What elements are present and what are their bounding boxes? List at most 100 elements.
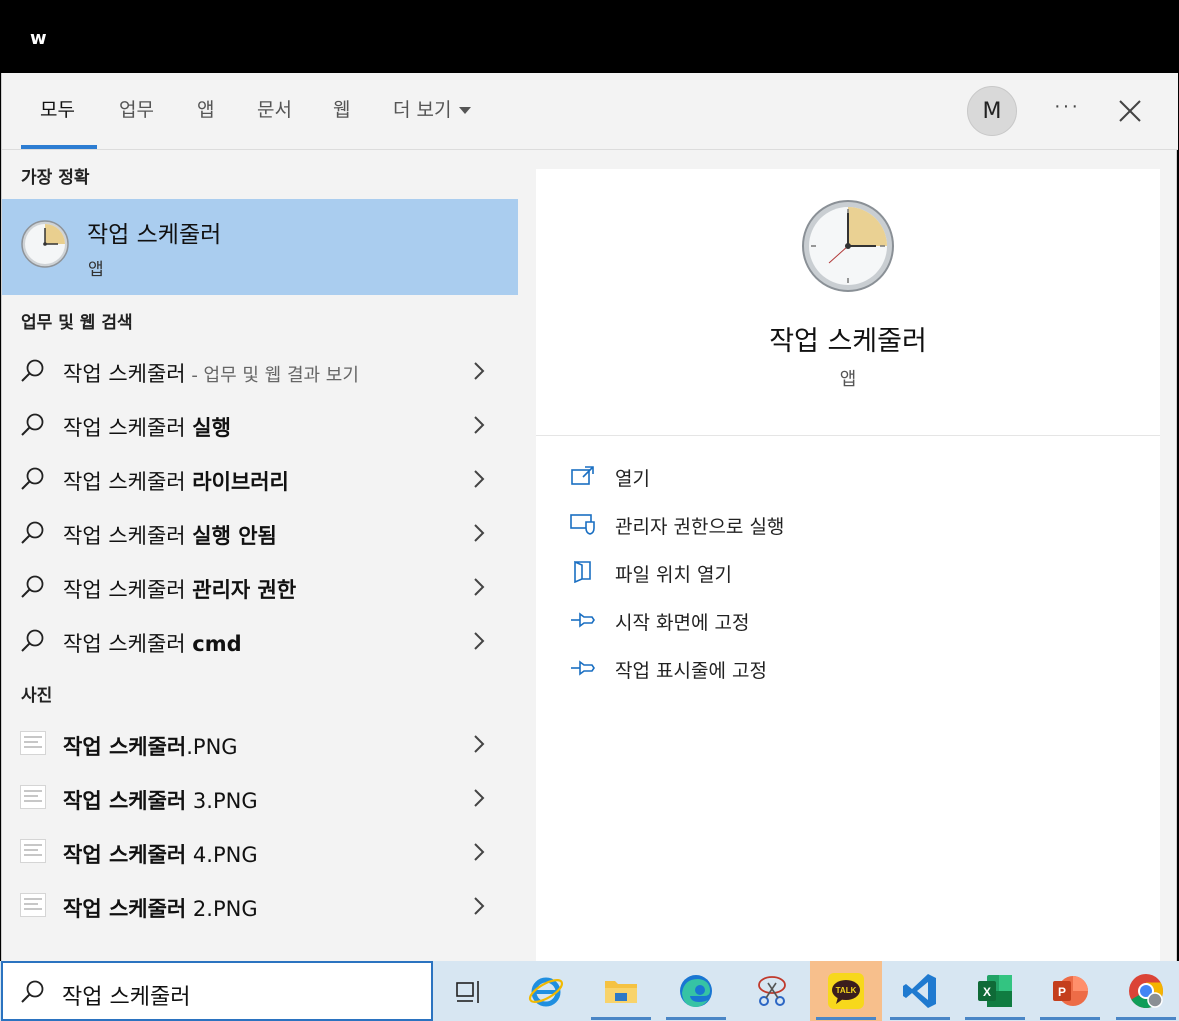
preview-subtitle: 앱 (839, 369, 857, 390)
shield-icon (570, 514, 595, 535)
search-icon (21, 521, 44, 544)
active-app-indicator (965, 1017, 1025, 1020)
search-icon (21, 413, 44, 436)
tab-bar: 모두 업무 앱 문서 웹 더 보기 M ··· (2, 73, 1178, 150)
snipping-tool-icon[interactable] (752, 971, 792, 1011)
chevron-right-icon[interactable] (472, 734, 486, 754)
tab-documents[interactable]: 문서 (257, 95, 292, 122)
top-bar-letter: w (30, 28, 47, 49)
web-search-item[interactable]: 작업 스케줄러 관리자 권한 (2, 560, 518, 614)
search-icon (21, 980, 44, 1003)
best-match-heading: 가장 정확 (21, 168, 90, 188)
action-run-as-admin[interactable]: 관리자 권한으로 실행 (570, 509, 970, 539)
chevron-right-icon[interactable] (472, 631, 486, 651)
web-search-label: 작업 스케줄러 라이브러리 (63, 470, 289, 494)
open-icon (571, 466, 594, 485)
excel-icon[interactable]: X (975, 971, 1015, 1011)
file-explorer-icon[interactable] (601, 971, 641, 1011)
search-icon (21, 575, 44, 598)
chevron-right-icon[interactable] (472, 469, 486, 489)
web-search-item[interactable]: 작업 스케줄러 라이브러리 (2, 452, 518, 506)
web-search-item[interactable]: 작업 스케줄러 실행 안됨 (2, 506, 518, 560)
close-icon[interactable] (1117, 98, 1143, 124)
edge-icon[interactable] (676, 971, 716, 1011)
vscode-icon[interactable] (900, 971, 940, 1011)
best-match-title: 작업 스케줄러 (87, 222, 222, 248)
chevron-right-icon[interactable] (472, 361, 486, 381)
web-search-label: 작업 스케줄러 실행 (63, 416, 231, 440)
internet-explorer-icon[interactable] (526, 971, 566, 1011)
active-app-indicator (1040, 1017, 1100, 1020)
powerpoint-icon[interactable]: P (1050, 971, 1090, 1011)
photos-heading: 사진 (21, 686, 53, 706)
chevron-right-icon[interactable] (472, 788, 486, 808)
action-open-file-location[interactable]: 파일 위치 열기 (570, 557, 970, 587)
photo-label: 작업 스케줄러 4.PNG (63, 843, 258, 867)
web-search-item[interactable]: 작업 스케줄러 실행 (2, 398, 518, 452)
more-options-icon[interactable]: ··· (1054, 95, 1080, 118)
search-panel: 모두 업무 앱 문서 웹 더 보기 M ··· 가장 정확 작업 스케줄러 앱 … (1, 73, 1178, 961)
tab-work[interactable]: 업무 (119, 95, 154, 122)
action-label: 열기 (615, 468, 650, 490)
taskbar: 작업 스케줄러 TALK X P (0, 961, 1179, 1021)
task-scheduler-clock-icon (802, 200, 894, 292)
chevron-right-icon[interactable] (472, 415, 486, 435)
task-view-icon[interactable] (448, 971, 488, 1011)
pin-icon (571, 660, 595, 676)
image-thumbnail-icon (20, 731, 46, 755)
action-open[interactable]: 열기 (570, 461, 970, 491)
pin-icon (571, 612, 595, 628)
image-thumbnail-icon (20, 839, 46, 863)
kakaotalk-label: TALK (836, 986, 857, 995)
tab-more-label: 더 보기 (393, 99, 452, 121)
task-scheduler-clock-icon (21, 220, 69, 268)
search-icon (21, 629, 44, 652)
active-app-indicator (1116, 1017, 1176, 1020)
active-app-indicator (591, 1017, 651, 1020)
image-thumbnail-icon (20, 785, 46, 809)
file-location-icon (574, 561, 591, 583)
powerpoint-letter: P (1058, 985, 1066, 999)
best-match-item[interactable]: 작업 스케줄러 앱 (2, 199, 518, 295)
photo-item[interactable]: 작업 스케줄러 2.PNG (2, 879, 518, 933)
excel-letter: X (983, 985, 991, 999)
web-search-label: 작업 스케줄러 실행 안됨 (63, 524, 277, 548)
tab-more[interactable]: 더 보기 (393, 95, 472, 122)
avatar[interactable]: M (967, 86, 1017, 136)
action-label: 작업 표시줄에 고정 (615, 660, 767, 682)
search-query: 작업 스케줄러 (62, 985, 191, 1010)
photo-label: 작업 스케줄러 3.PNG (63, 789, 258, 813)
kakaotalk-icon[interactable]: TALK (826, 971, 866, 1011)
action-pin-to-taskbar[interactable]: 작업 표시줄에 고정 (570, 653, 970, 683)
active-tab-indicator (21, 145, 97, 149)
web-search-heading: 업무 및 웹 검색 (21, 313, 133, 333)
web-search-item[interactable]: 작업 스케줄러 - 업무 및 웹 결과 보기 (2, 344, 518, 398)
search-icon (21, 467, 44, 490)
search-icon (21, 359, 44, 382)
tab-web[interactable]: 웹 (333, 95, 350, 122)
chevron-right-icon[interactable] (472, 842, 486, 862)
web-search-label: 작업 스케줄러 cmd (63, 632, 242, 656)
web-search-label: 작업 스케줄러 관리자 권한 (63, 578, 297, 602)
taskbar-search-input[interactable]: 작업 스케줄러 (1, 961, 433, 1021)
preview-pane: 작업 스케줄러 앱 열기 관리자 권한으로 실행 파일 위치 열기 시작 화면에… (536, 169, 1160, 961)
chevron-right-icon[interactable] (472, 896, 486, 916)
photo-label: 작업 스케줄러.PNG (63, 735, 238, 759)
image-thumbnail-icon (20, 893, 46, 917)
action-label: 파일 위치 열기 (615, 564, 732, 586)
photo-label: 작업 스케줄러 2.PNG (63, 897, 258, 921)
photo-item[interactable]: 작업 스케줄러 3.PNG (2, 771, 518, 825)
chevron-right-icon[interactable] (472, 523, 486, 543)
web-search-item[interactable]: 작업 스케줄러 cmd (2, 614, 518, 668)
chevron-right-icon[interactable] (472, 577, 486, 597)
preview-divider (536, 435, 1160, 436)
action-label: 시작 화면에 고정 (615, 612, 750, 634)
tab-apps[interactable]: 앱 (197, 95, 214, 122)
action-pin-to-start[interactable]: 시작 화면에 고정 (570, 605, 970, 635)
photo-item[interactable]: 작업 스케줄러.PNG (2, 717, 518, 771)
web-search-label: 작업 스케줄러 - 업무 및 웹 결과 보기 (63, 362, 359, 386)
active-app-indicator (890, 1017, 950, 1020)
tab-all[interactable]: 모두 (40, 95, 75, 122)
photo-item[interactable]: 작업 스케줄러 4.PNG (2, 825, 518, 879)
chrome-icon[interactable] (1126, 971, 1166, 1011)
